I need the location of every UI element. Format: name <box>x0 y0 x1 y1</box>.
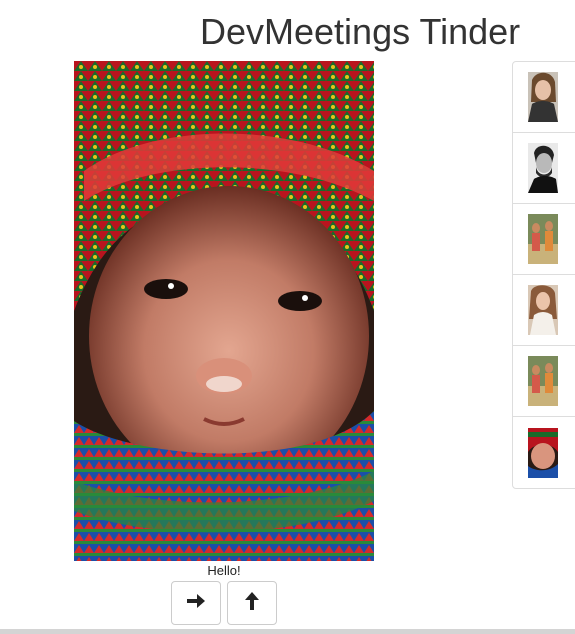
horizontal-scrollbar[interactable] <box>0 629 575 634</box>
page-title: DevMeetings Tinder <box>200 11 521 52</box>
bearded-man-portrait-thumbnail <box>528 143 558 193</box>
child-in-knitted-hat-thumbnail <box>528 427 558 478</box>
like-button[interactable] <box>227 581 277 625</box>
profile-caption: Hello! <box>207 563 241 578</box>
next-button[interactable] <box>171 581 221 625</box>
thumbnail-item[interactable] <box>513 275 575 346</box>
woman-in-white-thumbnail <box>528 285 558 335</box>
thumbnail-item[interactable] <box>513 346 575 417</box>
thumbnail-item[interactable] <box>513 133 575 204</box>
thumbnail-item[interactable] <box>513 62 575 133</box>
woman-portrait-thumbnail <box>528 72 558 122</box>
thumbnail-item[interactable] <box>513 204 575 275</box>
thumbnail-list <box>512 61 575 489</box>
profile-photo <box>74 61 374 561</box>
arrow-right-icon <box>187 593 205 613</box>
arrow-up-icon <box>245 591 259 615</box>
group-of-women-thumbnail <box>528 214 558 264</box>
group-of-women-thumbnail <box>528 356 558 406</box>
thumbnail-item[interactable] <box>513 417 575 488</box>
